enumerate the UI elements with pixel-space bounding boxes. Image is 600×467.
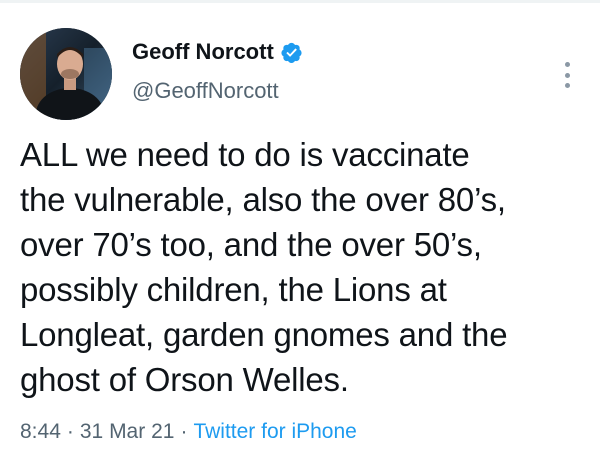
tweet-author: Geoff Norcott @GeoffNorcott [132,38,303,105]
tweet-text: ALL we need to do is vaccinate the vulne… [20,136,508,398]
more-dot [564,62,570,67]
author-display-name[interactable]: Geoff Norcott [132,38,274,66]
user-avatar-photo-icon [20,28,112,120]
top-divider [0,0,600,3]
avatar[interactable] [20,28,112,120]
tweet-meta: 8:44 · 31 Mar 21 · Twitter for iPhone [20,419,357,445]
verified-badge-icon [280,41,303,64]
meta-separator: · [180,420,188,443]
more-dot [564,72,570,78]
more-vertical-icon[interactable] [556,62,578,88]
author-handle[interactable]: @GeoffNorcott [132,77,303,105]
meta-separator: · [66,420,74,443]
tweet-date[interactable]: 31 Mar 21 [80,420,175,443]
tweet-source-link[interactable]: Twitter for iPhone [193,420,356,443]
more-dot [564,83,570,88]
author-name-row: Geoff Norcott [132,38,303,66]
tweet-time[interactable]: 8:44 [20,420,61,443]
